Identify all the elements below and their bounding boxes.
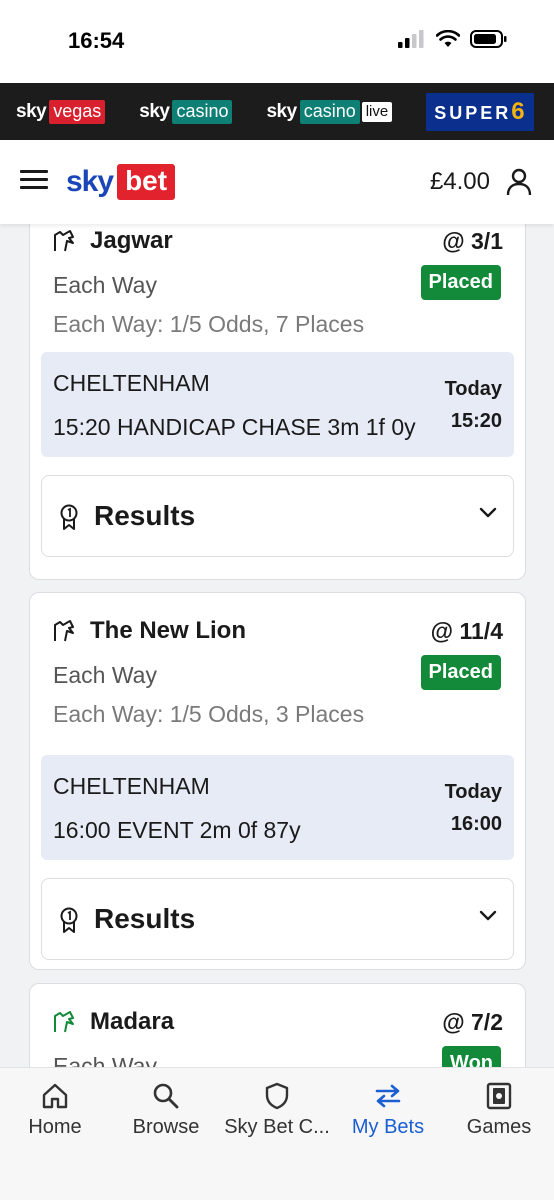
results-toggle[interactable]: Results — [41, 475, 514, 557]
event-race: 16:00 EVENT 2m 0f 87y — [53, 817, 301, 843]
nav-browse[interactable]: Browse — [111, 1082, 221, 1139]
brand-name-label: casino — [299, 99, 360, 124]
each-way-terms: Each Way: 1/5 Odds, 3 Places — [53, 701, 365, 727]
nav-label: Sky Bet C... — [224, 1116, 330, 1138]
sky-bet-logo[interactable]: sky bet — [66, 164, 176, 200]
event-info[interactable]: CHELTENHAM 16:00 EVENT 2m 0f 87y Today 1… — [41, 755, 514, 860]
status-badge: Won — [442, 1046, 501, 1067]
wifi-icon — [436, 30, 460, 47]
search-icon — [153, 1083, 179, 1109]
results-label: Results — [94, 500, 196, 531]
bets-list[interactable]: Jagwar @ 3/1 Each Way Placed Each Way: 1… — [0, 224, 554, 1067]
nav-sky-bet-club[interactable]: Sky Bet C... — [222, 1082, 332, 1139]
chevron-down-icon — [479, 910, 497, 921]
account-balance[interactable]: £4.00 — [430, 168, 490, 196]
selection-row: The New Lion @ 11/4 — [52, 617, 503, 645]
brand-six-label: 6 — [511, 97, 528, 125]
games-icon — [486, 1082, 512, 1110]
bet-card: Jagwar @ 3/1 Each Way Placed Each Way: 1… — [29, 224, 526, 580]
menu-icon[interactable] — [20, 170, 48, 194]
selection-odds: @ 11/4 — [430, 617, 503, 644]
results-label: Results — [94, 903, 196, 934]
selection-name: The New Lion — [90, 617, 246, 644]
nav-my-bets[interactable]: My Bets — [333, 1082, 443, 1139]
brand-sky-label: sky — [16, 100, 47, 122]
bet-card: The New Lion @ 11/4 Each Way Placed Each… — [29, 592, 526, 970]
event-race: 15:20 HANDICAP CHASE 3m 1f 0y — [53, 414, 416, 440]
selection-name: Madara — [90, 1008, 175, 1035]
event-venue: CHELTENHAM — [53, 370, 210, 396]
event-info[interactable]: CHELTENHAM 15:20 HANDICAP CHASE 3m 1f 0y… — [41, 352, 514, 457]
bet-type: Each Way — [53, 1053, 157, 1067]
logo-sky-text: sky — [66, 165, 114, 198]
brand-sky-casino-live[interactable]: sky casino live — [266, 99, 393, 124]
event-day: Today — [444, 378, 502, 400]
brand-strip: sky vegas sky casino sky casino live SUP… — [0, 83, 554, 140]
selection-row: Jagwar @ 3/1 — [52, 227, 503, 255]
battery-icon — [470, 30, 507, 48]
status-badge: Placed — [420, 265, 501, 300]
brand-sky-vegas[interactable]: sky vegas — [16, 99, 106, 124]
rosette-icon — [60, 504, 78, 530]
brand-super-label: SUPER — [434, 102, 512, 123]
status-badge: Placed — [420, 655, 501, 690]
brand-name-label: vegas — [49, 99, 106, 124]
brand-super6[interactable]: SUPER6 — [426, 92, 534, 131]
event-day: Today — [444, 781, 502, 803]
selection-row: Madara @ 7/2 — [52, 1008, 503, 1036]
selection-odds: @ 7/2 — [442, 1008, 503, 1035]
nav-games[interactable]: Games — [444, 1082, 554, 1139]
results-toggle[interactable]: Results — [41, 878, 514, 960]
shield-icon — [265, 1082, 289, 1110]
brand-sky-label: sky — [266, 100, 297, 122]
signal-icon — [398, 30, 424, 48]
status-bar: 16:54 — [0, 0, 554, 83]
event-venue: CHELTENHAM — [53, 773, 210, 799]
each-way-terms: Each Way: 1/5 Odds, 7 Places — [53, 311, 365, 337]
home-icon — [42, 1083, 68, 1109]
bet-card: Madara @ 7/2 Each Way Won — [29, 983, 526, 1067]
bet-type: Each Way — [53, 272, 157, 298]
brand-live-label: live — [361, 101, 393, 122]
status-time: 16:54 — [68, 28, 125, 53]
status-icons — [398, 30, 508, 48]
selection-odds: @ 3/1 — [442, 227, 503, 254]
nav-home[interactable]: Home — [0, 1082, 110, 1139]
swap-arrows-icon — [375, 1084, 401, 1108]
app-header: sky bet £4.00 — [0, 140, 554, 224]
logo-bet-text: bet — [117, 164, 176, 200]
nav-label: Home — [28, 1116, 82, 1138]
bet-type: Each Way — [53, 662, 157, 688]
nav-label: Games — [466, 1116, 532, 1138]
rosette-icon — [60, 907, 78, 933]
nav-label: Browse — [132, 1116, 200, 1138]
bottom-nav: Home Browse Sky Bet C... My Bets Games — [0, 1067, 554, 1200]
brand-name-label: casino — [172, 99, 233, 124]
horse-icon — [54, 1011, 74, 1033]
selection-name: Jagwar — [90, 227, 173, 254]
chevron-down-icon — [479, 507, 497, 518]
user-icon[interactable] — [506, 168, 532, 196]
brand-sky-casino[interactable]: sky casino — [139, 99, 233, 124]
event-time: 16:00 — [450, 813, 502, 835]
event-time: 15:20 — [450, 410, 502, 432]
nav-label: My Bets — [351, 1116, 425, 1138]
horse-icon — [54, 620, 74, 642]
brand-sky-label: sky — [139, 100, 170, 122]
horse-icon — [54, 230, 74, 252]
